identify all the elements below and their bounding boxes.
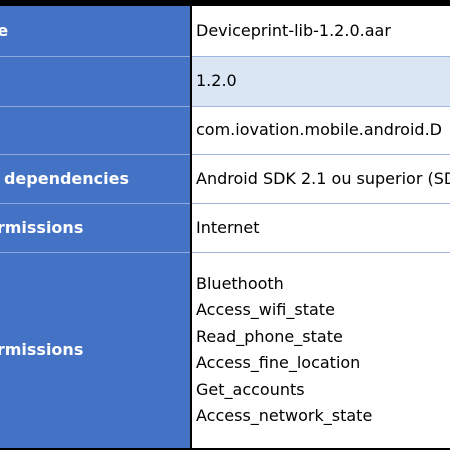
row-value-version[interactable]: 1.2.0 (191, 56, 450, 107)
row-value-permissions-required[interactable]: Internet (191, 203, 450, 253)
permission-item: Access_wifi_state (196, 300, 335, 320)
permission-item: Bluethooth (196, 274, 284, 294)
row-value-permissions-optional[interactable]: Bluethooth Access_wifi_state Read_phone_… (191, 252, 450, 448)
row-label-text: ne (0, 18, 189, 44)
permission-item: Access_fine_location (196, 353, 361, 373)
row-value-filename[interactable]: Deviceprint-lib-1.2.0.aar (191, 6, 450, 57)
row-label-package[interactable] (0, 106, 192, 155)
table-row-name: ne Deviceprint-lib-1.2.0.aar (0, 6, 450, 57)
table-row-version: 1.2.0 (0, 56, 450, 107)
permission-item: Get_accounts (196, 379, 305, 399)
row-label-text: K dependencies (0, 168, 130, 188)
cell-text: Internet (196, 217, 260, 237)
cell-text: 1.2.0 (196, 71, 237, 90)
row-label-version[interactable] (0, 56, 192, 107)
row-label-sdk-dependencies[interactable]: K dependencies (0, 154, 192, 204)
table-row-permissions-optional: ermissions Bluethooth Access_wifi_state … (0, 252, 450, 448)
permission-item: Read_phone_state (196, 326, 343, 346)
row-label-permissions-optional[interactable]: ermissions (0, 252, 192, 448)
cell-text: Deviceprint-lib-1.2.0.aar (196, 20, 391, 40)
table-row-sdk-dependencies: K dependencies Android SDK 2.1 ou superi… (0, 154, 450, 204)
table-row-package: com.iovation.mobile.android.D (0, 106, 450, 155)
cell-text: com.iovation.mobile.android.D (196, 120, 442, 139)
row-value-package[interactable]: com.iovation.mobile.android.D (191, 106, 450, 155)
row-label-text: ermissions (0, 217, 84, 237)
row-label-name[interactable]: ne (0, 6, 192, 57)
cell-text: Android SDK 2.1 ou superior (SD (196, 168, 450, 188)
row-label-text: ermissions (0, 340, 84, 360)
spreadsheet-view: ne Deviceprint-lib-1.2.0.aar 1.2.0 com.i… (0, 0, 450, 450)
row-value-sdk-dependencies[interactable]: Android SDK 2.1 ou superior (SD (191, 154, 450, 204)
library-spec-table: ne Deviceprint-lib-1.2.0.aar 1.2.0 com.i… (0, 6, 450, 448)
permission-item: Access_network_state (196, 406, 373, 426)
row-label-permissions-required[interactable]: ermissions (0, 203, 192, 253)
table-row-permissions-required: ermissions Internet (0, 203, 450, 253)
